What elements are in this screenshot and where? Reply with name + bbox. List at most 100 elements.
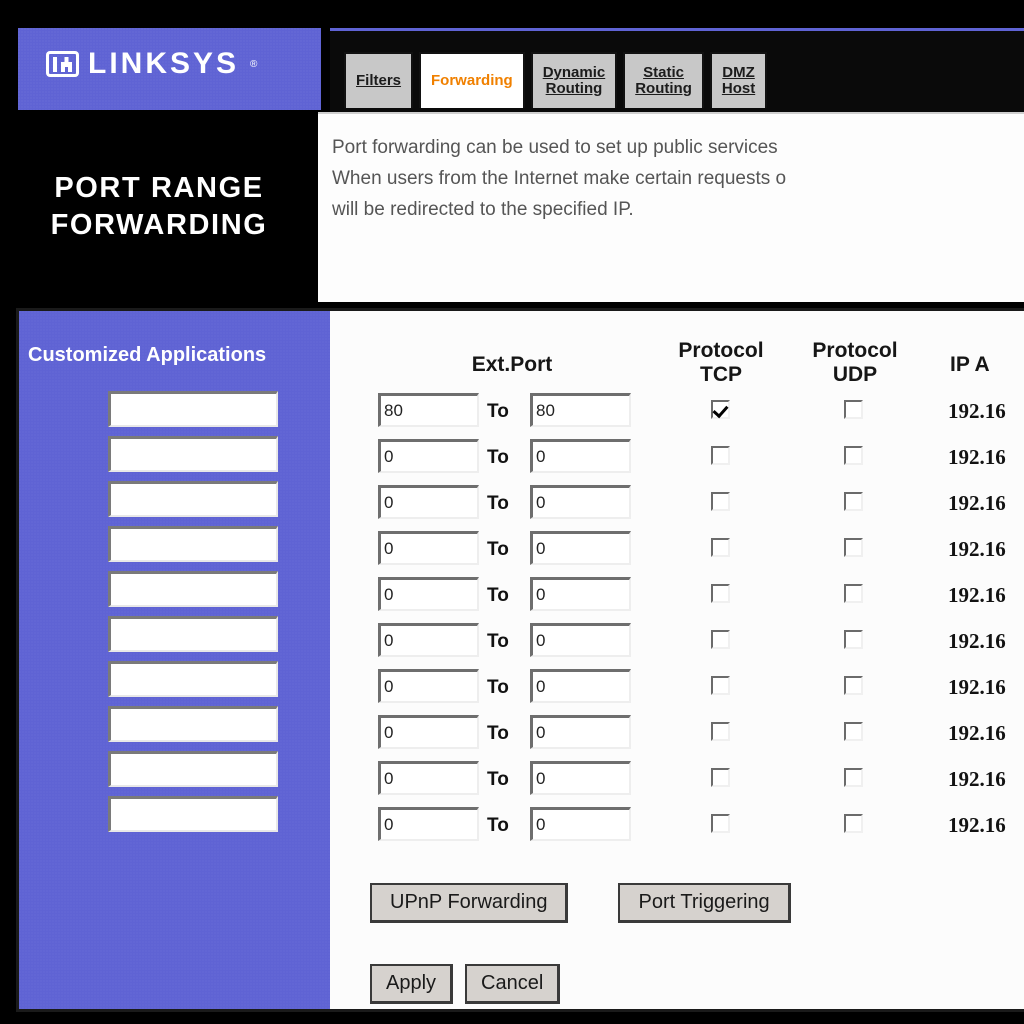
page-title-line-2: FORWARDING	[50, 209, 268, 241]
description-line-1: Port forwarding can be used to set up pu…	[332, 137, 778, 158]
protocol-udp-checkbox-10[interactable]	[844, 814, 863, 833]
ext-port-end-input-1[interactable]	[530, 393, 631, 427]
protocol-tcp-checkbox-8[interactable]	[711, 722, 730, 741]
protocol-udp-checkbox-9[interactable]	[844, 768, 863, 787]
customized-application-input-1[interactable]	[108, 391, 278, 427]
column-header-protocol-udp-line-2: UDP	[832, 362, 878, 386]
router-admin-screen: LINKSYS ® Filters Forwarding Dynamic Rou…	[0, 0, 1024, 1024]
ip-address-value-2: 192.16	[948, 445, 1006, 469]
tab-dynamic-routing[interactable]: Dynamic Routing	[530, 52, 618, 108]
tab-forwarding-label: Forwarding	[431, 71, 513, 89]
brand-logo-panel: LINKSYS ®	[18, 28, 321, 110]
to-label-6: To	[487, 631, 509, 652]
ext-port-end-input-7[interactable]	[530, 669, 631, 703]
protocol-udp-checkbox-4[interactable]	[844, 538, 863, 557]
port-triggering-button[interactable]: Port Triggering	[618, 883, 791, 923]
protocol-udp-checkbox-5[interactable]	[844, 584, 863, 603]
protocol-udp-checkbox-3[interactable]	[844, 492, 863, 511]
customized-application-input-2[interactable]	[108, 436, 278, 472]
table-row: To 192.16	[330, 665, 1024, 711]
ext-port-start-input-2[interactable]	[378, 439, 479, 473]
column-header-protocol-udp-line-1: Protocol	[812, 339, 898, 362]
customized-applications-field-list	[108, 391, 278, 841]
protocol-tcp-checkbox-1[interactable]	[711, 400, 730, 419]
protocol-tcp-checkbox-10[interactable]	[711, 814, 730, 833]
ext-port-end-input-2[interactable]	[530, 439, 631, 473]
protocol-tcp-checkbox-6[interactable]	[711, 630, 730, 649]
table-row: To 192.16	[330, 711, 1024, 757]
protocol-udp-checkbox-2[interactable]	[844, 446, 863, 465]
protocol-udp-checkbox-1[interactable]	[844, 400, 863, 419]
apply-button[interactable]: Apply	[370, 964, 454, 1004]
top-banner: LINKSYS ® Filters Forwarding Dynamic Rou…	[0, 0, 1024, 112]
customized-application-input-10[interactable]	[108, 796, 278, 832]
ext-port-end-input-4[interactable]	[530, 531, 631, 565]
customized-application-input-4[interactable]	[108, 526, 278, 562]
customized-application-input-9[interactable]	[108, 751, 278, 787]
to-label-10: To	[487, 815, 509, 836]
customized-application-input-7[interactable]	[108, 661, 278, 697]
ext-port-start-input-3[interactable]	[378, 485, 479, 519]
protocol-tcp-checkbox-4[interactable]	[711, 538, 730, 557]
ext-port-start-input-5[interactable]	[378, 577, 479, 611]
brand-name: LINKSYS	[88, 47, 240, 80]
nav-tab-strip: Filters Forwarding Dynamic Routing Stati…	[330, 28, 1024, 112]
ip-address-value-8: 192.16	[948, 721, 1006, 745]
to-label-2: To	[487, 447, 509, 468]
table-row: To 192.16	[330, 803, 1024, 849]
protocol-udp-checkbox-7[interactable]	[844, 676, 863, 695]
ext-port-start-input-6[interactable]	[378, 623, 479, 657]
customized-applications-heading: Customized Applications	[28, 344, 267, 366]
protocol-tcp-checkbox-2[interactable]	[711, 446, 730, 465]
tab-dmz-host-label-2: Host	[721, 80, 756, 97]
registered-trademark-icon: ®	[250, 58, 258, 70]
tab-static-routing[interactable]: Static Routing	[623, 52, 704, 108]
tab-filters[interactable]: Filters	[344, 52, 414, 108]
protocol-udp-checkbox-8[interactable]	[844, 722, 863, 741]
protocol-tcp-checkbox-9[interactable]	[711, 768, 730, 787]
ext-port-end-input-8[interactable]	[530, 715, 631, 749]
table-row: To 192.16	[330, 757, 1024, 803]
tab-dmz-host[interactable]: DMZ Host	[709, 52, 768, 108]
to-label-4: To	[487, 539, 509, 560]
cancel-button[interactable]: Cancel	[465, 964, 561, 1004]
protocol-tcp-checkbox-5[interactable]	[711, 584, 730, 603]
ext-port-start-input-9[interactable]	[378, 761, 479, 795]
ext-port-end-input-3[interactable]	[530, 485, 631, 519]
customized-application-input-3[interactable]	[108, 481, 278, 517]
ext-port-start-input-4[interactable]	[378, 531, 479, 565]
tab-forwarding[interactable]: Forwarding	[419, 52, 525, 108]
protocol-udp-checkbox-6[interactable]	[844, 630, 863, 649]
column-header-ext-port: Ext.Port	[471, 353, 553, 376]
customized-application-input-6[interactable]	[108, 616, 278, 652]
ext-port-end-input-10[interactable]	[530, 807, 631, 841]
ext-port-start-input-1[interactable]	[378, 393, 479, 427]
tab-static-routing-label-2: Routing	[635, 80, 692, 97]
tab-dynamic-routing-label-1: Dynamic	[542, 63, 606, 81]
table-row: To 192.16	[330, 527, 1024, 573]
to-label-9: To	[487, 769, 509, 790]
tab-static-routing-label-1: Static	[643, 63, 684, 81]
tab-dynamic-routing-label-2: Routing	[545, 80, 603, 97]
ext-port-end-input-6[interactable]	[530, 623, 631, 657]
table-column-headers: Ext.Port Protocol TCP Protocol UDP IP A	[330, 333, 1024, 393]
form-container: Customized Applications Ext.Port Protoco…	[16, 308, 1024, 1012]
protocol-tcp-checkbox-7[interactable]	[711, 676, 730, 695]
page-title-line-1: PORT RANGE	[54, 171, 264, 204]
ext-port-start-input-10[interactable]	[378, 807, 479, 841]
table-row: To 192.16	[330, 481, 1024, 527]
forwarding-table: Ext.Port Protocol TCP Protocol UDP IP A …	[330, 311, 1024, 1009]
ext-port-end-input-5[interactable]	[530, 577, 631, 611]
ext-port-end-input-9[interactable]	[530, 761, 631, 795]
customized-application-input-5[interactable]	[108, 571, 278, 607]
to-label-5: To	[487, 585, 509, 606]
protocol-tcp-checkbox-3[interactable]	[711, 492, 730, 511]
column-header-protocol-tcp-line-2: TCP	[700, 362, 742, 386]
ip-address-value-6: 192.16	[948, 629, 1006, 653]
customized-application-input-8[interactable]	[108, 706, 278, 742]
ext-port-start-input-7[interactable]	[378, 669, 479, 703]
ext-port-start-input-8[interactable]	[378, 715, 479, 749]
customized-applications-panel: Customized Applications	[19, 311, 330, 1009]
upnp-forwarding-button[interactable]: UPnP Forwarding	[370, 883, 569, 923]
column-header-ip-address: IP A	[950, 353, 990, 376]
